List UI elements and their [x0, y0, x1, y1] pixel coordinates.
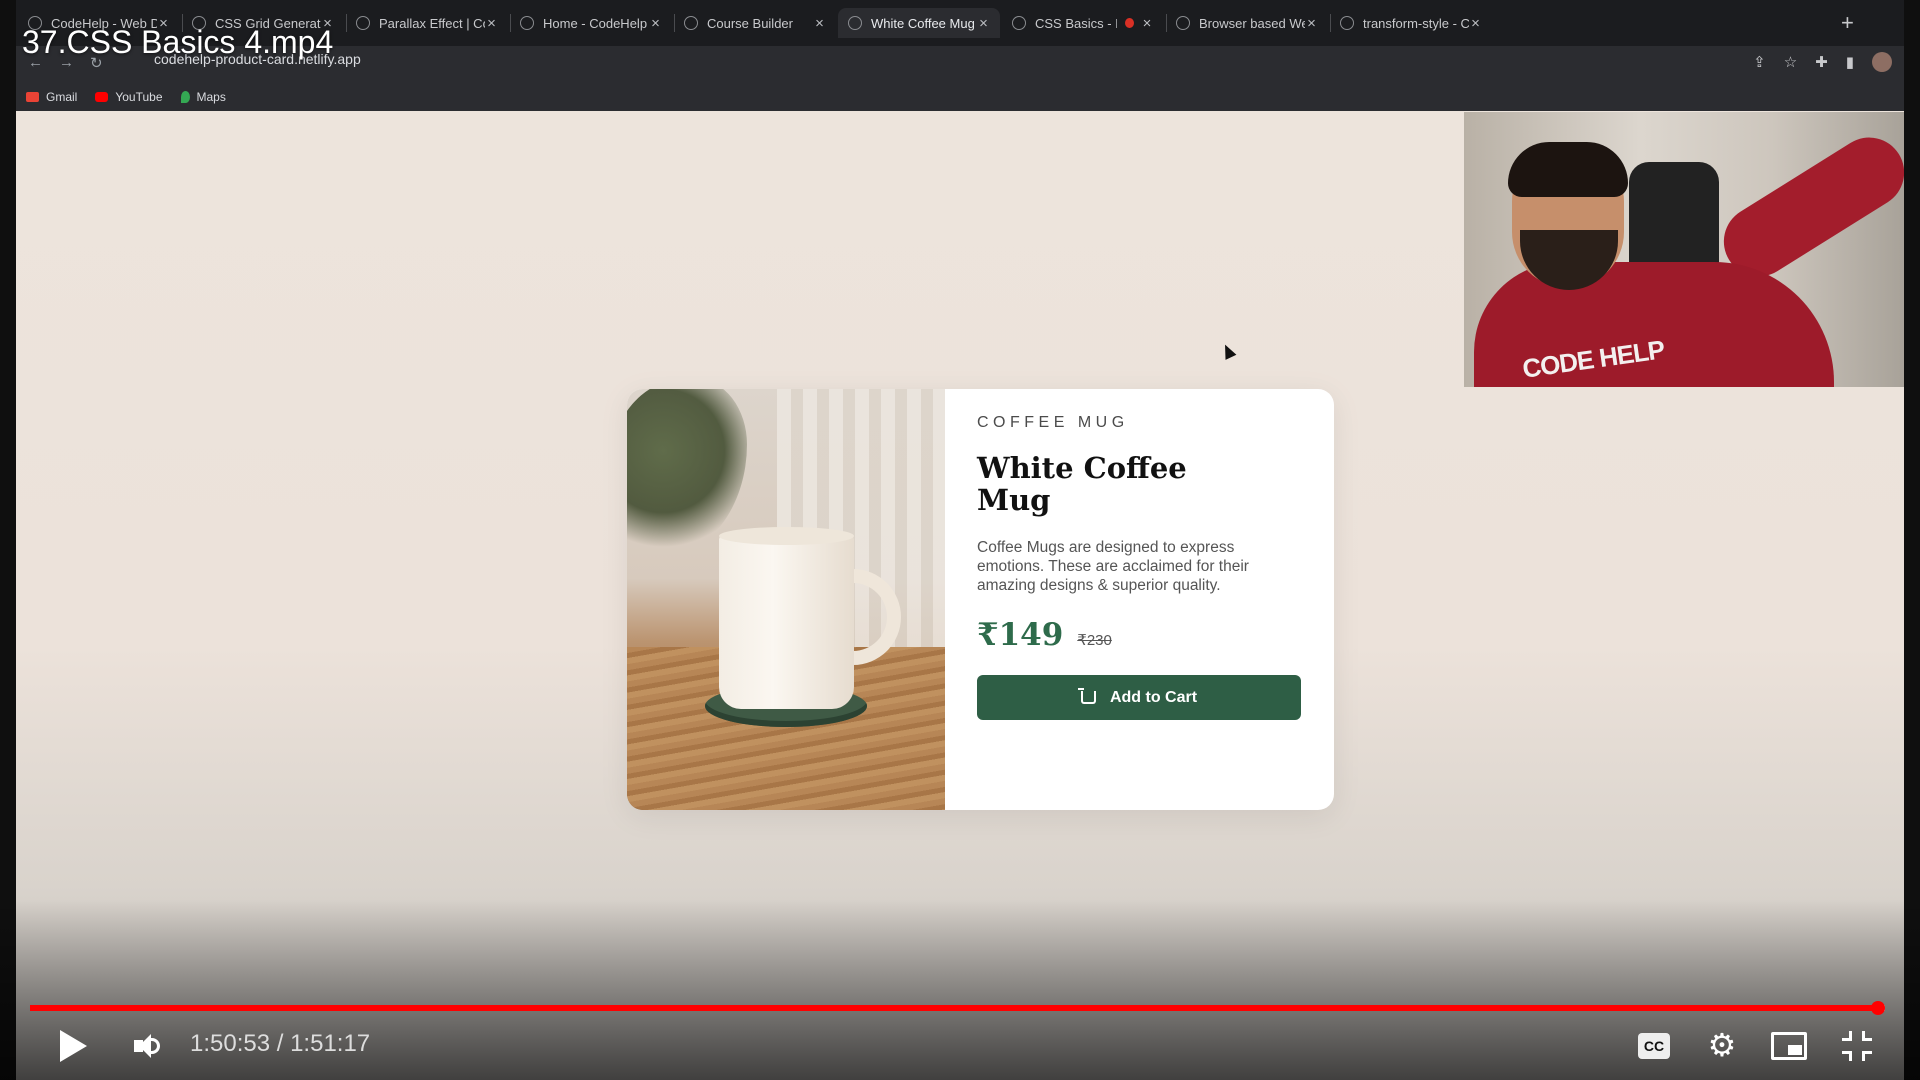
exit-fullscreen-icon: [1862, 1051, 1872, 1061]
product-description: Coffee Mugs are designed to express emot…: [977, 539, 1249, 594]
bookmark-label: YouTube: [115, 89, 163, 104]
bookmark-gmail[interactable]: Gmail: [26, 90, 77, 104]
exit-fullscreen-icon: [1842, 1051, 1852, 1061]
product-details: COFFEE MUG White Coffee Mug Coffee Mugs …: [945, 389, 1334, 810]
close-icon[interactable]: ×: [977, 15, 990, 32]
sound-wave-icon: [150, 1038, 160, 1054]
tab-title: White Coffee Mug: [871, 15, 975, 31]
volume-button[interactable]: [134, 1032, 164, 1060]
product-card: COFFEE MUG White Coffee Mug Coffee Mugs …: [627, 389, 1334, 810]
exit-fullscreen-icon: [1842, 1031, 1852, 1041]
tab-transform-style[interactable]: transform-style - CSS: ×: [1330, 8, 1492, 38]
miniplayer-button[interactable]: [1771, 1032, 1807, 1060]
side-panel-icon[interactable]: ▮: [1846, 53, 1854, 71]
progress-played: [30, 1005, 1879, 1011]
webcam-overlay: CODE HELP: [1464, 112, 1904, 387]
product-price: ₹149: [977, 617, 1064, 653]
tab-title: Course Builder: [707, 15, 793, 31]
add-to-cart-button[interactable]: Add to Cart: [977, 675, 1301, 720]
settings-gear-icon[interactable]: ⚙: [1707, 1029, 1737, 1061]
close-icon[interactable]: ×: [813, 15, 826, 32]
bookmark-label: Gmail: [46, 89, 78, 104]
exit-fullscreen-icon: [1862, 1031, 1872, 1041]
play-button[interactable]: [60, 1030, 87, 1062]
captions-button[interactable]: CC: [1638, 1033, 1670, 1059]
course-builder-icon: [1012, 16, 1026, 30]
time-display: 1:50:53 / 1:51:17: [190, 1030, 371, 1057]
close-icon[interactable]: ×: [1469, 15, 1482, 32]
browser-toolbar: ⇪ ☆ ✚ ▮: [1753, 52, 1892, 72]
codehelp-icon: [520, 16, 534, 30]
globe-icon: [1176, 16, 1190, 30]
close-icon[interactable]: ×: [1305, 15, 1318, 32]
miniplayer-icon: [1788, 1045, 1802, 1055]
tab-parallax-effect[interactable]: Parallax Effect | CodeHelp ×: [346, 8, 508, 38]
tab-title: Parallax Effect | CodeHelp: [379, 15, 485, 31]
original-price: ₹230: [1077, 632, 1112, 649]
tab-white-coffee-mug[interactable]: White Coffee Mug ×: [838, 8, 1000, 38]
mug-rim: [719, 527, 854, 545]
add-to-cart-label: Add to Cart: [1109, 688, 1198, 706]
webcam-hair: [1508, 142, 1628, 197]
course-builder-icon: [684, 16, 698, 30]
video-title: 37.CSS Basics 4.mp4: [22, 24, 334, 60]
progress-bar[interactable]: [30, 1001, 1886, 1015]
share-icon[interactable]: ⇪: [1753, 53, 1766, 71]
close-icon[interactable]: ×: [649, 15, 662, 32]
exit-fullscreen-button[interactable]: [1842, 1031, 1872, 1061]
codehelp-icon: [356, 16, 370, 30]
youtube-icon: [95, 91, 109, 102]
product-title: White Coffee Mug: [977, 451, 1187, 517]
new-tab-button[interactable]: +: [1841, 10, 1854, 36]
tab-title: Home - CodeHelp: [543, 15, 648, 31]
gmail-icon: [26, 91, 39, 102]
recording-icon: [1125, 18, 1134, 28]
cart-icon: [1077, 688, 1096, 704]
tab-title: CSS Basics - IV: [1035, 15, 1118, 31]
tab-home-codehelp[interactable]: Home - CodeHelp ×: [510, 8, 672, 38]
mdn-icon: [1340, 16, 1354, 30]
video-frame: CodeHelp - Web Dev × CSS Grid Generator …: [0, 0, 1920, 1080]
avatar[interactable]: [1872, 52, 1892, 72]
tab-title: Browser based WebRTC: [1199, 15, 1305, 31]
bookmark-maps[interactable]: Maps: [180, 89, 226, 104]
maps-icon: [180, 90, 190, 103]
white-mug: [719, 534, 854, 709]
tab-browser-webrtc[interactable]: Browser based WebRTC ×: [1166, 8, 1328, 38]
tab-title: transform-style - CSS:: [1363, 15, 1469, 31]
bookmark-star-icon[interactable]: ☆: [1784, 53, 1797, 71]
globe-icon: [848, 16, 862, 30]
close-icon[interactable]: ×: [485, 15, 498, 32]
tab-css-basics-iv[interactable]: CSS Basics - IV ×: [1002, 8, 1164, 38]
product-image: [627, 389, 945, 810]
bookmark-label: Maps: [196, 89, 226, 104]
close-icon[interactable]: ×: [1140, 15, 1154, 32]
bookmarks-bar: Gmail YouTube Maps: [16, 82, 1904, 111]
price-row: ₹149 ₹230: [977, 617, 1302, 653]
product-category: COFFEE MUG: [977, 414, 1129, 431]
extensions-icon[interactable]: ✚: [1815, 53, 1828, 71]
tab-course-builder[interactable]: Course Builder ×: [674, 8, 836, 38]
bookmark-youtube[interactable]: YouTube: [95, 89, 163, 104]
